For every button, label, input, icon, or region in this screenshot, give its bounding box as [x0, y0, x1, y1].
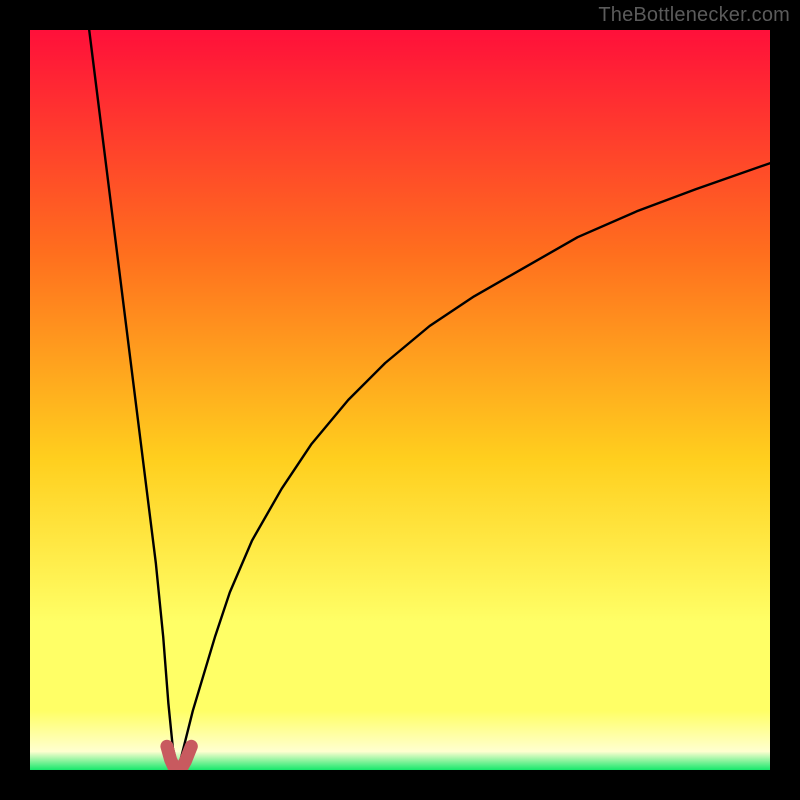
plot-svg	[30, 30, 770, 770]
chart-frame: TheBottlenecker.com	[0, 0, 800, 800]
plot-area	[30, 30, 770, 770]
gradient-background	[30, 30, 770, 770]
watermark-label: TheBottlenecker.com	[598, 4, 790, 27]
